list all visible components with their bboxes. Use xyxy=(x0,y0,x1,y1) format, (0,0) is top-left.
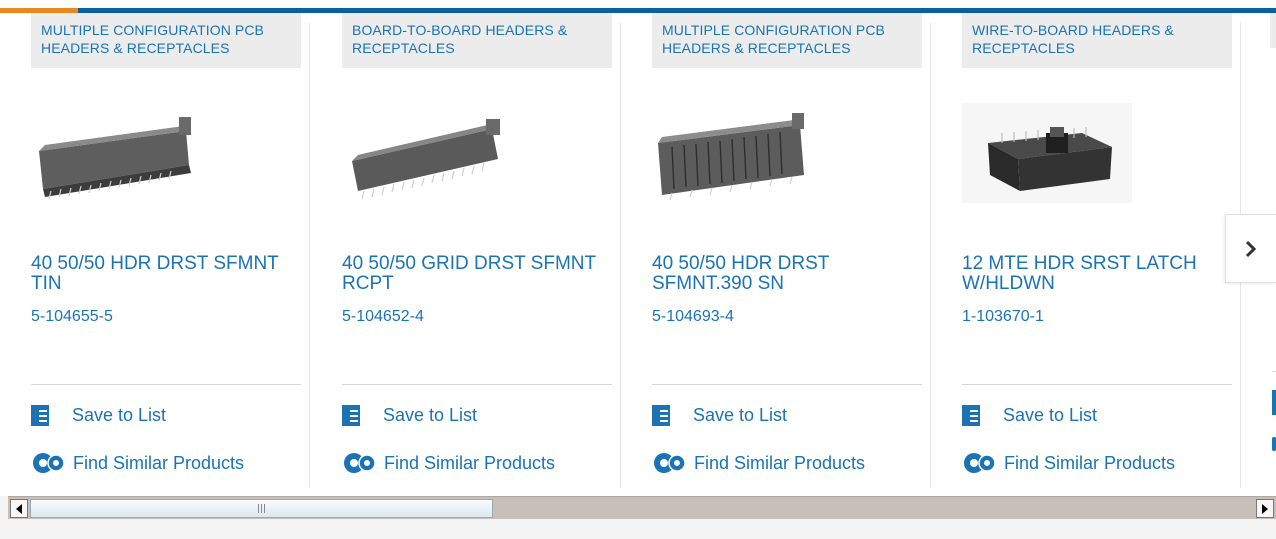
part-number[interactable]: 5-104655-5 xyxy=(31,308,113,326)
checklist-icon xyxy=(962,405,980,426)
save-to-list-label: Save to List xyxy=(693,405,788,425)
scrollbar-thumb[interactable] xyxy=(30,499,493,518)
gears-icon xyxy=(964,453,996,473)
arrow-left-icon xyxy=(16,503,22,514)
chevron-right-icon xyxy=(1245,240,1257,257)
save-to-list-label: Save to List xyxy=(72,405,167,425)
divider-partial xyxy=(1272,371,1276,372)
part-number[interactable]: 5-104652-4 xyxy=(342,308,424,326)
product-category[interactable]: MULTIPLE CONFIGURATION PCB HEADERS & REC… xyxy=(652,13,922,68)
product-card: WIRE-TO-BOARD HEADERS & RECEPTACLES 12 M… xyxy=(931,13,1241,488)
product-image[interactable] xyxy=(652,103,832,203)
find-similar-label: Find Similar Products xyxy=(1004,452,1176,473)
divider xyxy=(31,384,301,385)
gears-icon xyxy=(654,453,686,473)
checklist-icon-partial xyxy=(1272,390,1276,415)
gears-icon xyxy=(33,453,65,473)
save-to-list-button[interactable]: Save to List xyxy=(342,405,477,426)
gears-icon-partial xyxy=(1272,437,1276,451)
product-image[interactable] xyxy=(962,103,1142,203)
find-similar-label: Find Similar Products xyxy=(694,452,866,473)
product-card: BOARD-TO-BOARD HEADERS & RECEPTACLES 40 … xyxy=(311,13,621,488)
product-category[interactable]: MULTIPLE CONFIGURATION PCB HEADERS & REC… xyxy=(31,13,301,68)
checklist-icon xyxy=(652,405,670,426)
product-category[interactable]: WIRE-TO-BOARD HEADERS & RECEPTACLES xyxy=(962,13,1232,68)
divider xyxy=(342,384,612,385)
arrow-right-icon xyxy=(1262,503,1268,514)
product-title[interactable]: 40 50/50 GRID DRST SFMNT RCPT xyxy=(342,254,612,294)
part-number[interactable]: 5-104693-4 xyxy=(652,308,734,326)
save-to-list-button[interactable]: Save to List xyxy=(31,405,166,426)
find-similar-button[interactable]: Find Similar Products xyxy=(652,450,865,476)
product-title[interactable]: 12 MTE HDR SRST LATCH W/HLDWN xyxy=(962,254,1232,294)
save-to-list-label: Save to List xyxy=(1003,405,1098,425)
checklist-icon xyxy=(342,405,360,426)
scroll-left-arrow[interactable] xyxy=(10,499,28,518)
product-card: MULTIPLE CONFIGURATION PCB HEADERS & REC… xyxy=(0,13,310,488)
horizontal-scrollbar[interactable] xyxy=(8,496,1276,519)
find-similar-button[interactable]: Find Similar Products xyxy=(962,450,1175,476)
product-title[interactable]: 40 50/50 HDR DRST SFMNT TIN xyxy=(31,254,301,294)
product-title[interactable]: 40 50/50 HDR DRST SFMNT.390 SN xyxy=(652,254,922,294)
divider xyxy=(962,384,1232,385)
product-carousel: MULTIPLE CONFIGURATION PCB HEADERS & REC… xyxy=(0,0,1276,496)
carousel-next-button[interactable] xyxy=(1225,214,1276,283)
find-similar-button[interactable]: Find Similar Products xyxy=(342,450,555,476)
product-category-partial xyxy=(1270,13,1276,48)
save-to-list-button[interactable]: Save to List xyxy=(962,405,1097,426)
grip-icon xyxy=(258,504,265,513)
scroll-right-arrow[interactable] xyxy=(1256,499,1274,518)
part-number[interactable]: 1-103670-1 xyxy=(962,308,1044,326)
card-separator xyxy=(309,23,310,488)
save-to-list-label: Save to List xyxy=(383,405,478,425)
checklist-icon xyxy=(31,405,49,426)
product-card: MULTIPLE CONFIGURATION PCB HEADERS & REC… xyxy=(621,13,931,488)
product-category[interactable]: BOARD-TO-BOARD HEADERS & RECEPTACLES xyxy=(342,13,612,68)
gears-icon xyxy=(344,453,376,473)
divider xyxy=(652,384,922,385)
find-similar-label: Find Similar Products xyxy=(384,452,556,473)
find-similar-label: Find Similar Products xyxy=(73,452,245,473)
find-similar-button[interactable]: Find Similar Products xyxy=(31,450,244,476)
save-to-list-button[interactable]: Save to List xyxy=(652,405,787,426)
product-image[interactable] xyxy=(31,103,211,203)
product-image[interactable] xyxy=(342,103,522,203)
